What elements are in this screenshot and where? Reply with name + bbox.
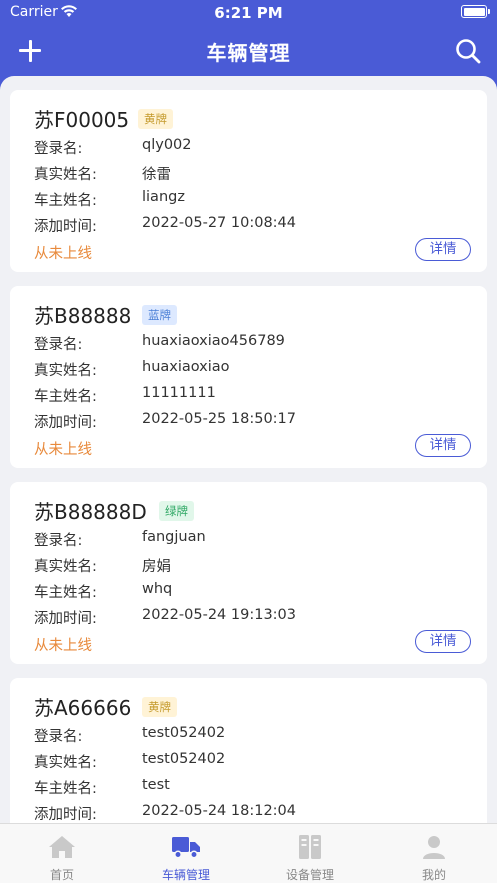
vehicle-list[interactable]: 苏F00005 黄牌 登录名: qly002 真实姓名: 徐雷 车主姓名: li… [0, 76, 497, 823]
plate-type-badge: 黄牌 [138, 109, 173, 129]
tab-label: 设备管理 [285, 868, 334, 882]
owner-value: 11111111 [142, 385, 216, 401]
owner-label: 车主姓名: [34, 389, 97, 405]
detail-button[interactable]: 详情 [415, 238, 471, 261]
owner-label: 车主姓名: [34, 193, 97, 209]
tab-mine[interactable]: 我的 [372, 824, 496, 883]
plate-number: 苏F00005 [34, 108, 130, 132]
real-name-label: 真实姓名: [34, 363, 97, 379]
plate-number: 苏B88888 [34, 304, 132, 328]
owner-value: test [142, 777, 170, 793]
owner-value: liangz [142, 189, 185, 205]
plate-number: 苏B88888D [34, 500, 147, 524]
page-title: 车辆管理 [206, 41, 291, 65]
login-label: 登录名: [34, 533, 83, 549]
plate-type-badge: 蓝牌 [142, 305, 177, 325]
plate-type-badge: 绿牌 [159, 501, 194, 521]
tab-label: 首页 [49, 868, 74, 882]
online-status: 从未上线 [34, 246, 92, 262]
added-time-label: 添加时间: [34, 415, 97, 431]
owner-value: whq [142, 581, 173, 597]
added-time-label: 添加时间: [34, 807, 97, 823]
real-name-label: 真实姓名: [34, 559, 97, 575]
login-value: test052402 [142, 725, 226, 741]
clock: 6:21 PM [214, 4, 283, 22]
plate-number: 苏A66666 [34, 696, 132, 720]
login-value: fangjuan [142, 529, 206, 545]
user-icon [423, 836, 445, 859]
online-status: 从未上线 [34, 638, 92, 654]
added-time-value: 2022-05-27 10:08:44 [142, 215, 296, 231]
tab-home[interactable]: 首页 [0, 824, 124, 883]
nav-bar: 车辆管理 [0, 26, 497, 76]
login-label: 登录名: [34, 337, 83, 353]
plate-type-badge: 黄牌 [142, 697, 177, 717]
real-name-label: 真实姓名: [34, 167, 97, 183]
detail-button[interactable]: 详情 [415, 434, 471, 457]
real-name-value: huaxiaoxiao [142, 359, 230, 375]
real-name-value: test052402 [142, 751, 226, 767]
login-label: 登录名: [34, 141, 83, 157]
real-name-value: 房娟 [142, 559, 171, 575]
status-bar: Carrier 6:21 PM [0, 0, 497, 26]
added-time-value: 2022-05-24 18:12:04 [142, 803, 296, 819]
battery-icon [461, 5, 490, 18]
owner-label: 车主姓名: [34, 781, 97, 797]
tab-devices[interactable]: 设备管理 [248, 824, 372, 883]
login-value: qly002 [142, 137, 192, 153]
real-name-label: 真实姓名: [34, 755, 97, 771]
owner-label: 车主姓名: [34, 585, 97, 601]
real-name-value: 徐雷 [142, 167, 171, 183]
tab-label: 车辆管理 [161, 868, 210, 882]
added-time-value: 2022-05-24 19:13:03 [142, 607, 296, 623]
login-value: huaxiaoxiao456789 [142, 333, 285, 349]
home-icon [49, 836, 75, 858]
device-icon [299, 835, 321, 859]
search-icon[interactable] [453, 36, 483, 66]
vehicle-card[interactable]: 苏B88888D 绿牌 登录名: fangjuan 真实姓名: 房娟 车主姓名:… [10, 482, 487, 664]
online-status: 从未上线 [34, 442, 92, 458]
tab-label: 我的 [421, 868, 446, 882]
added-time-label: 添加时间: [34, 611, 97, 627]
vehicle-card[interactable]: 苏A66666 黄牌 登录名: test052402 真实姓名: test052… [10, 678, 487, 823]
added-time-value: 2022-05-25 18:50:17 [142, 411, 296, 427]
tab-vehicles[interactable]: 车辆管理 [124, 824, 248, 883]
detail-button[interactable]: 详情 [415, 630, 471, 653]
vehicle-card[interactable]: 苏B88888 蓝牌 登录名: huaxiaoxiao456789 真实姓名: … [10, 286, 487, 468]
added-time-label: 添加时间: [34, 219, 97, 235]
tab-bar: 首页 车辆管理 设备管理 我的 [0, 823, 497, 883]
vehicle-card[interactable]: 苏F00005 黄牌 登录名: qly002 真实姓名: 徐雷 车主姓名: li… [10, 90, 487, 272]
login-label: 登录名: [34, 729, 83, 745]
truck-icon [172, 837, 200, 859]
